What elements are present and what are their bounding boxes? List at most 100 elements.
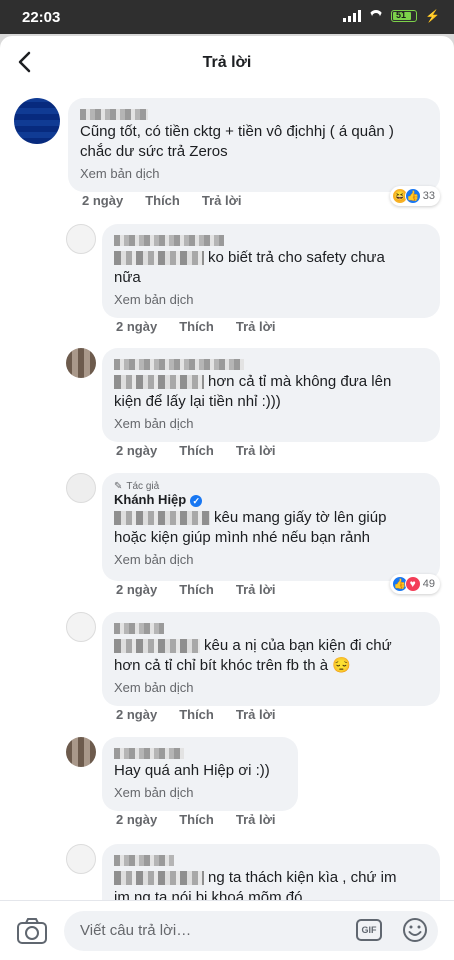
reply-link[interactable]: Trả lời — [236, 812, 276, 827]
blurred-name — [114, 855, 174, 867]
comment-time: 2 ngày — [116, 319, 158, 334]
blurred-name — [114, 359, 244, 371]
reply-placeholder: Viết câu trả lời… — [80, 922, 192, 939]
reaction-summary[interactable]: 😆 👍 33 — [389, 186, 440, 206]
verified-icon: ✓ — [190, 494, 203, 507]
blurred-name — [114, 623, 164, 635]
like-link[interactable]: Thích — [179, 582, 214, 597]
charging-icon: ⚡ — [425, 9, 440, 23]
reply-link[interactable]: Trả lời — [236, 319, 276, 334]
translate-link[interactable]: Xem bản dịch — [114, 680, 428, 695]
like-link[interactable]: Thích — [145, 193, 180, 208]
comment-line: kiện để lấy lại tiền nhỉ :))) — [114, 393, 281, 410]
comment-line: ko biết trả cho safety chưa — [114, 248, 428, 268]
blurred-mention — [114, 511, 210, 526]
avatar[interactable] — [66, 473, 96, 503]
comment-line: chắc dư sức trả Zeros — [80, 143, 228, 160]
blurred-name — [114, 748, 184, 760]
header: Trả lời — [0, 36, 454, 90]
emoji-icon[interactable] — [402, 917, 428, 943]
like-link[interactable]: Thích — [179, 319, 214, 334]
like-link[interactable]: Thích — [179, 812, 214, 827]
commenter-name[interactable] — [114, 232, 428, 248]
status-bar: 22:03 51 ⚡ — [0, 0, 454, 34]
reply-link[interactable]: Trả lời — [236, 707, 276, 722]
comment-actions: 2 ngày Thích Trả lời — [116, 812, 275, 827]
reply-input[interactable]: Viết câu trả lời… GIF — [64, 911, 438, 951]
comment-actions: 2 ngày Thích Trả lời — [116, 319, 275, 334]
commenter-name[interactable] — [114, 852, 428, 868]
blurred-mention — [114, 871, 204, 886]
comment-actions: 2 ngày Thích Trả lời — [116, 582, 275, 597]
blurred-name — [80, 109, 148, 121]
blurred-mention — [114, 375, 204, 390]
commenter-name[interactable] — [114, 356, 428, 372]
reply-link[interactable]: Trả lời — [202, 193, 242, 208]
comment-text: ko biết trả cho safety chưa — [208, 249, 385, 266]
comment-bubble: kêu a nị của bạn kiện đi chứ hơn cả tỉ c… — [102, 612, 440, 706]
gif-button[interactable]: GIF — [356, 919, 382, 941]
comment-line: kêu mang giấy tờ lên giúp — [114, 508, 428, 528]
comment-bubble: Hay quá anh Hiệp ơi :)) Xem bản dịch — [102, 737, 298, 811]
translate-link[interactable]: Xem bản dịch — [114, 292, 428, 307]
page-title: Trả lời — [202, 54, 252, 71]
translate-link[interactable]: Xem bản dịch — [114, 785, 286, 800]
comment-line: hơn cả tỉ chỉ bít khóc trên fb th à 😔 — [114, 657, 351, 674]
commenter-name[interactable]: Khánh Hiệp ✓ — [114, 492, 428, 508]
reply-link[interactable]: Trả lời — [236, 443, 276, 458]
author-badge: ✎ Tác giả — [114, 481, 428, 492]
blurred-mention — [114, 251, 204, 266]
avatar[interactable] — [66, 348, 96, 378]
comment-line: kêu a nị của bạn kiện đi chứ — [114, 636, 428, 656]
comment-text: kêu mang giấy tờ lên giúp — [214, 509, 387, 526]
comment-time: 2 ngày — [116, 443, 158, 458]
comment-actions: 2 ngày Thích Trả lời — [116, 707, 275, 722]
blurred-name — [114, 235, 224, 247]
commenter-name[interactable] — [114, 620, 428, 636]
reaction-summary[interactable]: 👍 ♥ 49 — [389, 574, 440, 594]
comment-bubble: hơn cả tỉ mà không đưa lên kiện để lấy l… — [102, 348, 440, 442]
avatar[interactable] — [14, 98, 60, 144]
love-icon: ♥ — [404, 576, 421, 592]
commenter-name[interactable] — [114, 745, 286, 761]
comment-text: hơn cả tỉ mà không đưa lên — [208, 373, 392, 390]
comment-line: ng ta thách kiện kìa , chứ im — [114, 868, 428, 888]
reply-link[interactable]: Trả lời — [236, 582, 276, 597]
comment-time: 2 ngày — [82, 193, 124, 208]
translate-link[interactable]: Xem bản dịch — [80, 166, 428, 181]
reply-composer: Viết câu trả lời… GIF — [0, 900, 454, 960]
comment-line: Cũng tốt, có tiền cktg + tiền vô địchhj … — [80, 123, 394, 140]
comment-bubble: Cũng tốt, có tiền cktg + tiền vô địchhj … — [68, 98, 440, 192]
camera-icon[interactable] — [16, 917, 48, 945]
replies-sheet: Trả lời Cũng tốt, có tiền cktg + tiền vô… — [0, 36, 454, 960]
pencil-icon: ✎ — [114, 481, 123, 492]
reaction-count: 49 — [422, 578, 435, 590]
reaction-count: 33 — [422, 190, 435, 202]
comment-actions: 2 ngày Thích Trả lời — [116, 443, 275, 458]
battery-icon: 51 — [391, 10, 418, 22]
commenter-name[interactable] — [80, 106, 428, 122]
like-link[interactable]: Thích — [179, 707, 214, 722]
signal-icon — [343, 10, 362, 22]
comment-text: ng ta thách kiện kìa , chứ im — [208, 869, 397, 886]
comment-time: 2 ngày — [116, 707, 158, 722]
translate-link[interactable]: Xem bản dịch — [114, 552, 428, 567]
like-link[interactable]: Thích — [179, 443, 214, 458]
comment-line: hơn cả tỉ mà không đưa lên — [114, 372, 428, 392]
translate-link[interactable]: Xem bản dịch — [114, 416, 428, 431]
avatar[interactable] — [66, 224, 96, 254]
blurred-mention — [114, 639, 200, 654]
comment-bubble: ko biết trả cho safety chưa nữa Xem bản … — [102, 224, 440, 318]
comment-bubble: ✎ Tác giả Khánh Hiệp ✓ kêu mang giấy tờ l… — [102, 473, 440, 581]
status-icons: 51 ⚡ — [343, 9, 440, 23]
comment-text: kêu a nị của bạn kiện đi chứ — [204, 637, 392, 654]
avatar[interactable] — [66, 612, 96, 642]
comment-actions: 2 ngày Thích Trả lời — [82, 193, 241, 208]
avatar[interactable] — [66, 737, 96, 767]
battery-percent: 51 — [396, 10, 407, 20]
wifi-icon — [369, 10, 383, 22]
avatar[interactable] — [66, 844, 96, 874]
comment-line: hoặc kiện giúp mình nhé nếu bạn rảnh — [114, 529, 371, 546]
like-icon: 👍 — [404, 188, 421, 204]
comment-line: nữa — [114, 269, 141, 286]
